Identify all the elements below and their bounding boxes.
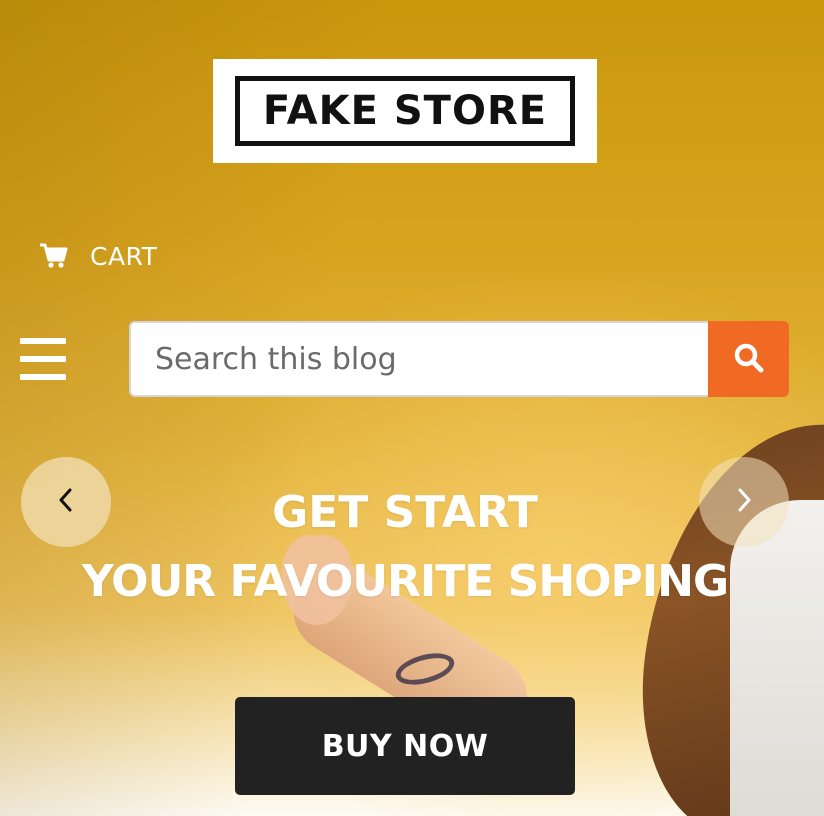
search-icon [733, 342, 765, 377]
hero-headline-line1: GET START [272, 487, 538, 538]
search-button[interactable] [708, 321, 789, 397]
store-logo-frame: FAKE STORE [235, 76, 575, 146]
cart-icon [40, 243, 68, 269]
cart-label: CART [90, 241, 158, 271]
menu-bar-bottom [20, 374, 66, 380]
hamburger-menu-icon[interactable] [20, 338, 66, 380]
cart-link[interactable]: CART [40, 236, 157, 276]
menu-bar-top [20, 338, 66, 344]
store-logo-text: FAKE STORE [262, 88, 548, 134]
search-input[interactable] [129, 321, 708, 397]
search-bar [129, 321, 789, 397]
buy-now-button[interactable]: BUY NOW [235, 697, 575, 795]
hero-headline-line2: YOUR FAVOURITE SHOPING [81, 556, 729, 607]
store-logo[interactable]: FAKE STORE [213, 59, 597, 163]
menu-bar-middle [20, 356, 66, 362]
